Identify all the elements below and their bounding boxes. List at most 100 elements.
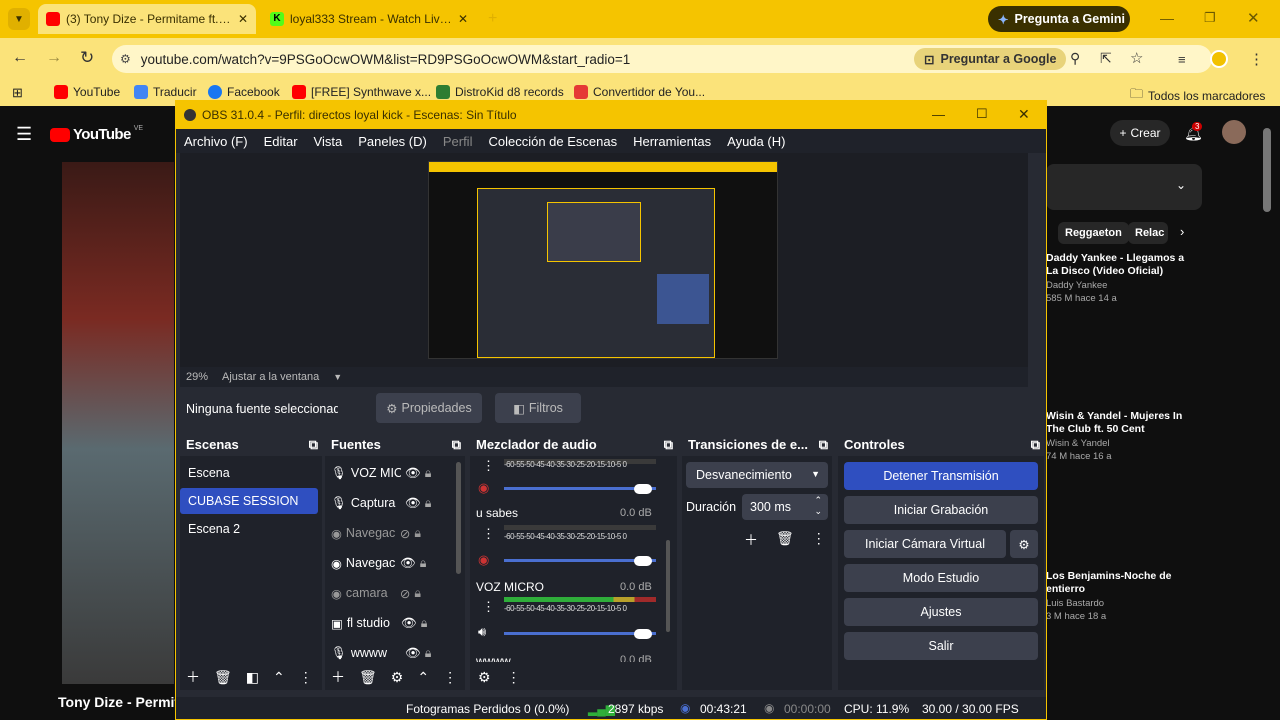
- remove-transition-icon[interactable]: 🗑︎: [776, 530, 794, 550]
- chrome-menu-icon[interactable]: ⋮: [1249, 50, 1264, 68]
- add-source-icon[interactable]: ＋: [331, 667, 345, 687]
- source-item[interactable]: ◉ camara ⊘ 🔒︎: [331, 580, 421, 606]
- close-tab-icon[interactable]: ✕: [458, 12, 468, 26]
- eye-icon[interactable]: 👁︎: [401, 616, 417, 631]
- chevron-down-icon[interactable]: ⌄: [1176, 178, 1186, 192]
- mixer-settings-icon[interactable]: ⚙: [478, 669, 491, 686]
- undock-icon[interactable]: ⧉: [664, 437, 673, 453]
- new-tab-button[interactable]: +: [488, 10, 497, 28]
- chevron-right-icon[interactable]: ›: [1180, 224, 1184, 239]
- menu-perfil[interactable]: Perfil: [435, 134, 481, 149]
- volume-knob[interactable]: [634, 629, 652, 639]
- back-icon[interactable]: ←: [12, 49, 28, 67]
- account-avatar[interactable]: [1222, 120, 1246, 144]
- preview-area[interactable]: [180, 153, 1028, 367]
- add-scene-icon[interactable]: ＋: [186, 667, 200, 687]
- more-options-icon[interactable]: ⋮: [812, 530, 826, 550]
- bookmark-distrokid[interactable]: DistroKid d8 records: [436, 85, 564, 99]
- suggestion-item[interactable]: Daddy Yankee - Llegamos a La Disco (Vide…: [1046, 252, 1196, 304]
- menu-coleccion-escenas[interactable]: Colección de Escenas: [480, 134, 625, 149]
- reading-list-icon[interactable]: ≡: [1178, 52, 1186, 67]
- channel-menu-icon[interactable]: ⋮: [482, 458, 495, 474]
- duration-spinbox[interactable]: 300 ms ⌃ ⌄: [742, 494, 828, 520]
- exit-button[interactable]: Salir: [844, 632, 1038, 660]
- minimize-window-icon[interactable]: —: [932, 107, 945, 122]
- eye-hidden-icon[interactable]: ⊘: [400, 586, 410, 601]
- muted-speaker-icon[interactable]: ◉: [478, 480, 489, 496]
- undock-icon[interactable]: ⧉: [452, 437, 461, 453]
- lock-icon[interactable]: 🔒︎: [425, 496, 432, 511]
- zoom-dropdown-icon[interactable]: ▼: [333, 372, 342, 382]
- menu-herramientas[interactable]: Herramientas: [625, 134, 719, 149]
- more-options-icon[interactable]: ⋮: [507, 669, 521, 686]
- undock-icon[interactable]: ⧉: [1031, 437, 1040, 453]
- source-item[interactable]: ◉ Navegac ⊘ 🔒︎: [331, 520, 421, 546]
- source-item[interactable]: ◉ Navegac 👁︎ 🔒︎: [331, 550, 426, 576]
- zoom-icon[interactable]: ⚲: [1070, 50, 1080, 67]
- eye-icon[interactable]: 👁︎: [400, 556, 416, 571]
- bookmark-youtube[interactable]: YouTube: [54, 85, 120, 99]
- profile-avatar[interactable]: [1210, 50, 1228, 68]
- eye-hidden-icon[interactable]: ⊘: [400, 526, 410, 541]
- source-item[interactable]: 🎙︎ VOZ MIC 👁︎ 🔒︎: [331, 460, 431, 486]
- scene-item[interactable]: Escena 2: [180, 516, 318, 542]
- apps-grid-icon[interactable]: ⊞: [12, 85, 23, 101]
- properties-button[interactable]: ⚙ Propiedades: [376, 393, 482, 423]
- eye-icon[interactable]: 👁︎: [405, 496, 421, 511]
- scene-filters-icon[interactable]: ◧: [246, 669, 259, 686]
- page-scrollbar[interactable]: [1263, 128, 1271, 212]
- start-recording-button[interactable]: Iniciar Grabación: [844, 496, 1038, 524]
- all-bookmarks[interactable]: 🗀 Todos los marcadores: [1130, 85, 1265, 107]
- tab-search-button[interactable]: ▼: [8, 8, 30, 30]
- virtual-camera-settings-icon[interactable]: ⚙: [1010, 530, 1038, 558]
- gemini-button[interactable]: ✦ Pregunta a Gemini: [988, 6, 1130, 32]
- create-button[interactable]: + Crear: [1110, 120, 1170, 146]
- lock-icon[interactable]: 🔒︎: [420, 556, 427, 571]
- suggestion-item[interactable]: Los Benjamins-Noche de entierro Luis Bas…: [1046, 570, 1196, 622]
- transition-select[interactable]: Desvanecimiento ▼: [686, 462, 828, 488]
- minimize-window-icon[interactable]: —: [1160, 10, 1174, 26]
- menu-ayuda[interactable]: Ayuda (H): [719, 134, 793, 149]
- fit-window-label[interactable]: Ajustar a la ventana: [222, 371, 319, 383]
- site-info-icon[interactable]: ⚙: [120, 52, 131, 66]
- studio-mode-button[interactable]: Modo Estudio: [844, 564, 1038, 592]
- sources-scrollbar[interactable]: [456, 462, 461, 574]
- muted-speaker-icon[interactable]: ◉: [478, 552, 489, 568]
- spin-arrows-icon[interactable]: ⌃ ⌄: [814, 495, 822, 517]
- undock-icon[interactable]: ⧉: [819, 437, 828, 453]
- stop-streaming-button[interactable]: Detener Transmisión: [844, 462, 1038, 490]
- settings-button[interactable]: Ajustes: [844, 598, 1038, 626]
- move-up-icon[interactable]: ⌃: [417, 669, 429, 686]
- menu-archivo[interactable]: Archivo (F): [176, 134, 256, 149]
- install-app-icon[interactable]: ⇱: [1100, 50, 1112, 67]
- close-window-icon[interactable]: ✕: [1247, 9, 1260, 27]
- eye-icon[interactable]: 👁︎: [405, 466, 421, 481]
- volume-knob[interactable]: [634, 484, 652, 494]
- maximize-window-icon[interactable]: ☐: [976, 106, 988, 122]
- source-item[interactable]: 🎙︎ Captura 👁︎ 🔒︎: [331, 490, 431, 516]
- bookmark-convertidor[interactable]: Convertidor de You...: [574, 85, 705, 99]
- remove-scene-icon[interactable]: 🗑︎: [214, 669, 232, 686]
- filters-button[interactable]: ◧ Filtros: [495, 393, 581, 423]
- more-options-icon[interactable]: ⋮: [443, 669, 457, 686]
- undock-icon[interactable]: ⧉: [309, 437, 318, 453]
- lock-icon[interactable]: 🔒︎: [414, 526, 421, 541]
- video-player[interactable]: [62, 162, 174, 684]
- preview-canvas[interactable]: [428, 161, 778, 359]
- lock-icon[interactable]: 🔒︎: [414, 586, 421, 601]
- source-settings-icon[interactable]: ⚙: [391, 669, 404, 686]
- scene-item[interactable]: Escena: [180, 460, 318, 486]
- chip-related[interactable]: Relac: [1128, 222, 1168, 244]
- add-transition-icon[interactable]: ＋: [744, 530, 758, 550]
- source-item[interactable]: 🎙︎ wwww 👁︎ 🔒︎: [331, 640, 431, 666]
- volume-knob[interactable]: [634, 556, 652, 566]
- lock-icon[interactable]: 🔒︎: [425, 466, 432, 481]
- remove-source-icon[interactable]: 🗑︎: [359, 669, 377, 686]
- close-tab-icon[interactable]: ✕: [238, 12, 248, 26]
- menu-editar[interactable]: Editar: [256, 134, 306, 149]
- mixer-scrollbar[interactable]: [666, 540, 670, 632]
- bookmark-facebook[interactable]: Facebook: [208, 85, 280, 99]
- speaker-icon[interactable]: 🔊︎: [478, 624, 486, 640]
- tab-youtube[interactable]: (3) Tony Dize - Permitame ft. Ya ✕: [38, 4, 256, 34]
- tab-kick[interactable]: K loyal333 Stream - Watch Live o ✕: [262, 4, 476, 34]
